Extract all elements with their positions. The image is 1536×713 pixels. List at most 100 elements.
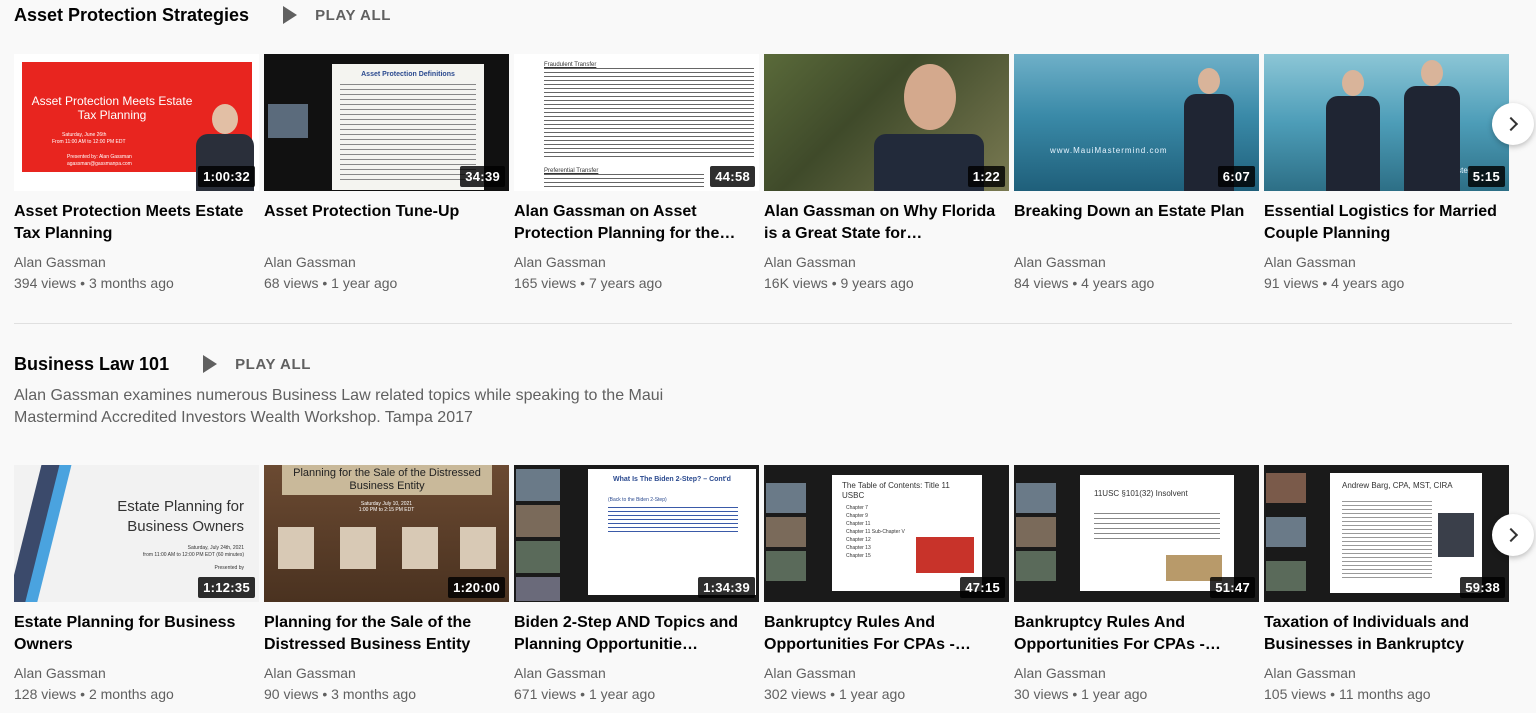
upload-age: 1 year ago: [1081, 686, 1148, 702]
shelf-title[interactable]: Business Law 101: [14, 354, 169, 375]
video-title[interactable]: Estate Planning for Business Owners: [14, 612, 259, 656]
scroll-next-button[interactable]: [1492, 514, 1534, 556]
video-title[interactable]: Bankruptcy Rules And Opportunities For C…: [764, 612, 1009, 656]
thumbnail-text: Chapter 11: [846, 521, 871, 527]
channel-name[interactable]: Alan Gassman: [1264, 253, 1509, 271]
presenter-image: [1326, 70, 1380, 191]
channel-name[interactable]: Alan Gassman: [764, 253, 1009, 271]
channel-name[interactable]: Alan Gassman: [1264, 664, 1509, 682]
channel-name[interactable]: Alan Gassman: [1014, 253, 1259, 271]
video-meta: 16K views • 9 years ago: [764, 275, 914, 291]
video-title[interactable]: Breaking Down an Estate Plan: [1014, 201, 1259, 245]
video-card[interactable]: Fraudulent Transfer Preferential Transfe…: [514, 54, 759, 293]
view-count: 16K views: [764, 275, 828, 291]
thumbnail-text: (Back to the Biden 2-Step): [608, 497, 667, 503]
webcam-tile: [1266, 561, 1306, 591]
thumbnail-heading: Andrew Barg, CPA, MST, CIRA: [1342, 481, 1453, 490]
video-duration: 1:22: [967, 166, 1005, 187]
shelf-description: Alan Gassman examines numerous Business …: [14, 387, 664, 426]
video-card[interactable]: The Table of Contents: Title 11 USBC Cha…: [764, 465, 1009, 704]
video-meta: 90 views • 3 months ago: [264, 686, 416, 702]
video-meta: 84 views • 4 years ago: [1014, 275, 1155, 291]
play-all-button[interactable]: PLAY ALL: [283, 6, 391, 24]
video-card[interactable]: What Is The Biden 2-Step? – Cont'd (Back…: [514, 465, 759, 704]
video-card[interactable]: Estate Planning for Business Owners Satu…: [14, 465, 259, 704]
video-duration: 44:58: [710, 166, 755, 187]
thumbnail-text: 1:00 PM to 2:15 PM EDT: [358, 507, 415, 513]
video-thumbnail[interactable]: Asset Protection Definitions 34:39: [264, 54, 509, 191]
thumbnail-text: agassman@gassmanpa.com: [67, 161, 132, 167]
video-thumbnail[interactable]: The Table of Contents: Title 11 USBC Cha…: [764, 465, 1009, 602]
thumbnail-text: Saturday, June 26th: [62, 132, 107, 138]
video-duration: 51:47: [1210, 577, 1255, 598]
view-count: 302 views: [764, 686, 827, 702]
video-meta: 302 views • 1 year ago: [764, 686, 906, 702]
channel-name[interactable]: Alan Gassman: [14, 664, 259, 682]
webcam-tile: [516, 577, 560, 601]
video-thumbnail[interactable]: Fraudulent Transfer Preferential Transfe…: [514, 54, 759, 191]
video-thumbnail[interactable]: Estate Planning for Business Owners Satu…: [14, 465, 259, 602]
video-card[interactable]: 1:22 Alan Gassman on Why Florida is a Gr…: [764, 54, 1009, 293]
video-thumbnail[interactable]: Andrew Barg, CPA, MST, CIRA 59:38: [1264, 465, 1509, 602]
video-duration: 1:12:35: [198, 577, 255, 598]
thumbnail-text: Chapter 13: [846, 545, 871, 551]
channel-name[interactable]: Alan Gassman: [14, 253, 259, 271]
view-count: 671 views: [514, 686, 577, 702]
video-card[interactable]: Planning for the Sale of the Distressed …: [264, 465, 509, 704]
scroll-next-button[interactable]: [1492, 103, 1534, 145]
video-title[interactable]: Planning for the Sale of the Distressed …: [264, 612, 509, 656]
thumbnail-text: from 11:00 AM to 12:00 PM EDT (60 minute…: [143, 552, 244, 558]
speaker-photo: [460, 527, 496, 569]
video-title[interactable]: Essential Logistics for Married Couple P…: [1264, 201, 1509, 245]
video-card[interactable]: Andrew Barg, CPA, MST, CIRA 59:38 Taxati…: [1264, 465, 1509, 704]
view-count: 91 views: [1264, 275, 1319, 291]
webcam-tile: [1266, 517, 1306, 547]
upload-age: 1 year ago: [838, 686, 906, 702]
video-thumbnail[interactable]: Master 5:15: [1264, 54, 1509, 191]
webcam-tile: [1016, 517, 1056, 547]
channel-name[interactable]: Alan Gassman: [1014, 664, 1259, 682]
video-title[interactable]: Asset Protection Tune-Up: [264, 201, 509, 245]
play-all-label: PLAY ALL: [315, 6, 392, 24]
channel-name[interactable]: Alan Gassman: [264, 664, 509, 682]
shelf-title[interactable]: Asset Protection Strategies: [14, 5, 249, 26]
video-thumbnail[interactable]: Asset Protection Meets Estate Tax Planni…: [14, 54, 259, 191]
video-title[interactable]: Biden 2-Step AND Topics and Planning Opp…: [514, 612, 759, 656]
video-title[interactable]: Alan Gassman on Asset Protection Plannin…: [514, 201, 759, 245]
thumbnail-heading: Asset Protection Meets Estate Tax Planni…: [31, 94, 193, 122]
channel-name[interactable]: Alan Gassman: [514, 664, 759, 682]
upload-age: 1 year ago: [331, 275, 398, 291]
video-thumbnail[interactable]: 11USC §101(32) Insolvent 51:47: [1014, 465, 1259, 602]
view-count: 128 views: [14, 686, 77, 702]
channel-name[interactable]: Alan Gassman: [264, 253, 509, 271]
play-icon: [283, 6, 298, 24]
video-thumbnail[interactable]: Planning for the Sale of the Distressed …: [264, 465, 509, 602]
channel-name[interactable]: Alan Gassman: [764, 664, 1009, 682]
speaker-photo: [278, 527, 314, 569]
video-thumbnail[interactable]: www.MauiMastermind.com 6:07: [1014, 54, 1259, 191]
video-thumbnail[interactable]: What Is The Biden 2-Step? – Cont'd (Back…: [514, 465, 759, 602]
webcam-tile: [1016, 483, 1056, 513]
thumbnail-text: Presented by: Alan Gassman: [67, 154, 132, 160]
shelf-business-law: Business Law 101 PLAY ALL Alan Gassman e…: [14, 349, 1534, 704]
video-card[interactable]: 11USC §101(32) Insolvent 51:47 Bankruptc…: [1014, 465, 1259, 704]
video-card[interactable]: www.MauiMastermind.com 6:07 Breaking Dow…: [1014, 54, 1259, 293]
video-card[interactable]: Master 5:15 Essential Logistics for Marr…: [1264, 54, 1509, 293]
video-title[interactable]: Taxation of Individuals and Businesses i…: [1264, 612, 1509, 656]
video-thumbnail[interactable]: 1:22: [764, 54, 1009, 191]
speaker-photo: [402, 527, 438, 569]
upload-age: 3 months ago: [331, 686, 416, 702]
video-card[interactable]: Asset Protection Definitions 34:39 Asset…: [264, 54, 509, 293]
play-all-button[interactable]: PLAY ALL: [203, 355, 311, 373]
video-duration: 47:15: [960, 577, 1005, 598]
upload-age: 11 months ago: [1338, 686, 1431, 702]
video-title[interactable]: Asset Protection Meets Estate Tax Planni…: [14, 201, 259, 245]
thumbnail-slide: The Table of Contents: Title 11 USBC Cha…: [832, 475, 982, 591]
video-title[interactable]: Alan Gassman on Why Florida is a Great S…: [764, 201, 1009, 245]
video-card[interactable]: Asset Protection Meets Estate Tax Planni…: [14, 54, 259, 293]
channel-name[interactable]: Alan Gassman: [514, 253, 759, 271]
webcam-tile: [1266, 473, 1306, 503]
slide-image: [916, 537, 974, 573]
video-title[interactable]: Bankruptcy Rules And Opportunities For C…: [1014, 612, 1259, 656]
webcam-tile: [516, 541, 560, 573]
